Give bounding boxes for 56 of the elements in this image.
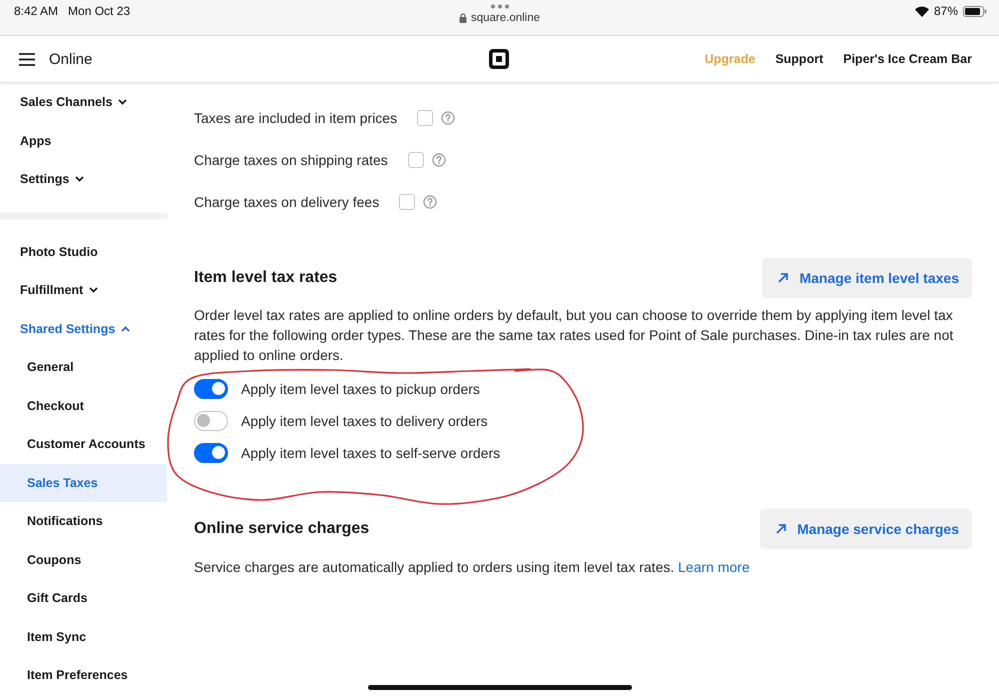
sidebar-item[interactable]: Customer Accounts xyxy=(0,425,167,464)
caret-icon xyxy=(118,99,128,106)
sidebar-item[interactable]: Item Preferences xyxy=(0,656,167,694)
toggle-switch[interactable] xyxy=(194,379,228,399)
header-link[interactable]: Piper's Ice Cream Bar xyxy=(843,52,972,66)
sidebar-item[interactable]: Apps xyxy=(0,122,167,160)
option-label: Charge taxes on shipping rates xyxy=(194,152,388,168)
option-label: Taxes are included in item prices xyxy=(194,110,398,126)
checkbox[interactable] xyxy=(408,152,424,168)
help-icon[interactable] xyxy=(423,195,438,209)
status-time: 8:42 AM xyxy=(14,4,58,18)
sidebar-item[interactable]: Coupons xyxy=(0,540,167,579)
checkbox[interactable] xyxy=(399,194,416,210)
sidebar-item[interactable]: Shared Settings xyxy=(0,310,167,348)
sidebar-item[interactable]: Sales Channels xyxy=(0,83,167,122)
caret-icon xyxy=(75,176,84,182)
learn-more-link[interactable]: Learn more xyxy=(678,559,750,575)
sidebar-item[interactable]: Photo Studio xyxy=(0,232,167,271)
toggle-switch[interactable] xyxy=(194,443,228,463)
sidebar-item[interactable]: Fulfillment xyxy=(0,271,167,310)
option-label: Charge taxes on delivery fees xyxy=(194,194,380,210)
toggle-label: Apply item level taxes to pickup orders xyxy=(241,381,480,397)
arrow-icon xyxy=(775,523,788,535)
battery-percentage: 87% xyxy=(934,4,958,18)
battery-icon xyxy=(963,6,987,16)
manage-button[interactable]: Manage service charges xyxy=(760,509,972,549)
arrow-icon xyxy=(777,272,790,284)
wifi-icon xyxy=(914,6,929,16)
sidebar-item[interactable]: Notifications xyxy=(0,502,167,540)
address-bar-url[interactable]: square.online xyxy=(470,12,540,24)
section-heading: Online service charges xyxy=(194,520,370,538)
toggle-label: Apply item level taxes to delivery orders xyxy=(241,413,488,429)
more-icon[interactable] xyxy=(490,4,510,9)
sidebar-item[interactable]: Settings xyxy=(0,160,167,198)
help-icon[interactable] xyxy=(432,153,446,167)
lock-icon xyxy=(458,13,467,23)
logo-icon[interactable] xyxy=(489,49,509,69)
caret-icon xyxy=(121,326,130,332)
app-title: Online xyxy=(49,50,92,68)
toggle-switch[interactable] xyxy=(194,411,228,431)
header-link[interactable]: Support xyxy=(775,52,824,66)
manage-button[interactable]: Manage item level taxes xyxy=(762,258,972,298)
section-description: Order level tax rates are applied to online orders by default, but you can choose to override them by applying item level tax rates for the following order types. These are the same tax rates used for Point of Sale purchases. Dine-in tax rules are not applied to online orders. xyxy=(194,306,954,365)
status-date: Mon Oct 23 xyxy=(68,4,130,18)
sidebar-item[interactable]: General xyxy=(0,348,167,386)
checkbox[interactable] xyxy=(417,110,434,126)
sidebar-item[interactable]: Checkout xyxy=(0,386,167,425)
caret-icon xyxy=(89,287,98,294)
sidebar-item[interactable]: Sales Taxes xyxy=(0,464,167,502)
toggle-label: Apply item level taxes to self-serve orders xyxy=(241,445,500,461)
sidebar-item[interactable]: Item Sync xyxy=(0,618,167,656)
help-icon[interactable] xyxy=(441,111,456,125)
sidebar-item[interactable]: Gift Cards xyxy=(0,579,167,618)
section-heading: Item level tax rates xyxy=(194,269,338,287)
section-description: Service charges are automatically applied to orders using item level tax rates. Learn more xyxy=(194,558,751,577)
menu-icon[interactable] xyxy=(19,52,35,66)
